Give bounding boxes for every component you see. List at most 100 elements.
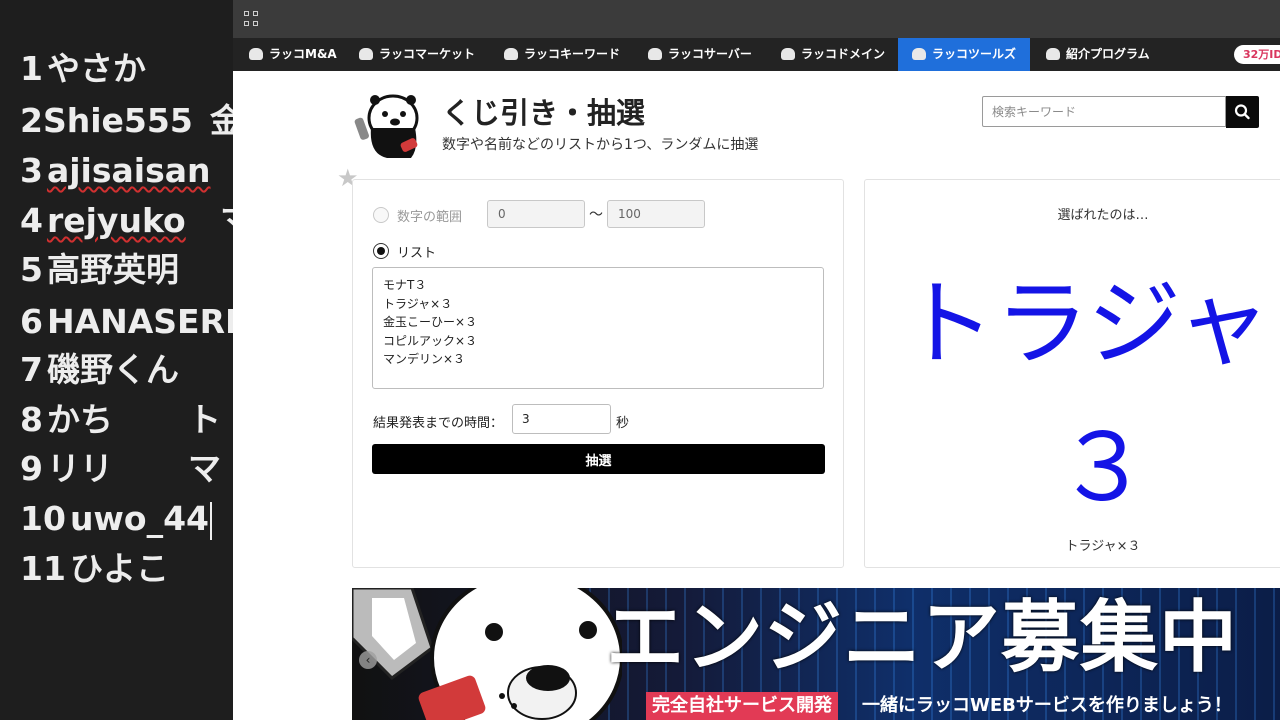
list-row: 5 高野英明 <box>20 248 179 292</box>
list-label: リスト <box>397 246 437 261</box>
range-separator: 〜 <box>589 207 603 223</box>
row-name: HANASEREE <box>46 302 233 341</box>
seconds-unit-label: 秒 <box>616 416 630 431</box>
row-number: 11 <box>20 549 66 588</box>
list-line: モナT３ <box>383 278 427 292</box>
list-row: 4rejyuko マ <box>20 199 233 243</box>
result-small-text: トラジャ×３ <box>1065 539 1141 554</box>
number-range-radio[interactable] <box>373 207 389 223</box>
list-row: 10 uwo_44 <box>20 497 213 541</box>
row-extra: マ <box>220 199 233 243</box>
rakko-icon <box>912 47 926 60</box>
list-line: マンデリン×３ <box>383 352 466 366</box>
row-name: 磯野くん <box>46 350 179 389</box>
banner-title: エンジニア募集中 <box>606 593 1239 683</box>
nav-item-rakko-market[interactable]: ラッコマーケット <box>359 38 475 71</box>
list-row: 1 やさか <box>20 47 146 91</box>
list-line: トラジャ×３ <box>383 296 453 311</box>
nav-item-referral[interactable]: 紹介プログラム <box>1046 38 1150 71</box>
browser-top-bar <box>233 0 1280 38</box>
page-title: くじ引き・抽選 <box>442 96 646 130</box>
list-row: 9 リリ マ <box>20 447 221 491</box>
row-name: ひよこ <box>69 549 169 588</box>
result-card: 選ばれたのは… トラジャ× ３ トラジャ×３ <box>864 179 1280 568</box>
rakko-icon <box>359 47 373 60</box>
nav-item-rakko-server[interactable]: ラッコサーバー <box>648 38 752 71</box>
lottery-form-card: 数字の範囲 〜 リスト モナT３ トラジャ×３ 金玉こーひー×３ コピルアック×… <box>352 179 844 568</box>
nav-item-rakko-tools[interactable]: ラッコツールズ <box>898 38 1031 71</box>
banner-tag: 完全自社サービス開発 <box>646 692 838 720</box>
nav-item-rakko-keyword[interactable]: ラッコキーワード <box>504 38 620 71</box>
row-name: リリ <box>46 449 113 488</box>
row-extra: 金 <box>210 101 233 140</box>
nav-item-label: ラッコツールズ <box>932 47 1017 61</box>
list-line: コピルアック×３ <box>383 333 478 348</box>
rakko-icon <box>781 47 795 60</box>
row-number: 7 <box>20 350 43 389</box>
row-name: Shie555 <box>42 101 193 140</box>
list-row: 2Shie555 金 <box>20 99 233 143</box>
otter-mascot-logo <box>354 94 419 158</box>
id-count-badge[interactable]: 32万ID <box>1234 45 1280 64</box>
list-row: 6HANASEREE <box>20 300 233 344</box>
row-name: やさか <box>46 49 146 88</box>
row-name: かち <box>46 400 113 439</box>
row-extra: ト <box>188 400 221 439</box>
row-number: 3 <box>20 151 43 190</box>
row-name: uwo_44 <box>69 499 210 538</box>
number-range-label: 数字の範囲 <box>397 210 463 225</box>
range-min-input[interactable] <box>487 200 585 228</box>
draw-button[interactable]: 抽選 <box>372 444 825 474</box>
result-heading: 選ばれたのは… <box>1057 208 1149 223</box>
row-name: ajisaisan <box>46 151 211 190</box>
row-number: 10 <box>20 499 66 538</box>
row-number: 4 <box>20 201 43 240</box>
list-radio[interactable] <box>373 243 389 259</box>
banner-subtitle: 一緒にラッコWEBサービスを作りましょう！ <box>862 695 1232 716</box>
row-number: 8 <box>20 400 43 439</box>
rakko-icon <box>504 47 518 60</box>
search-input[interactable] <box>982 96 1226 127</box>
nav-item-rakko-ma[interactable]: ラッコM&A <box>249 38 337 71</box>
list-row: 11 ひよこ <box>20 547 169 591</box>
search-button[interactable] <box>1226 96 1259 128</box>
row-number: 5 <box>20 250 43 289</box>
carousel-prev-icon[interactable]: ‹ <box>359 651 377 669</box>
recruit-banner[interactable]: エンジニア募集中 完全自社サービス開発 一緒にラッコWEBサービスを作りましょう… <box>352 588 1280 720</box>
range-max-input[interactable] <box>607 200 705 228</box>
apps-grid-icon[interactable] <box>244 11 260 27</box>
nav-item-label: ラッコマーケット <box>379 47 476 61</box>
site-navbar: ラッコM&A ラッコマーケット ラッコキーワード ラッコサーバー ラッコドメイン… <box>233 38 1280 71</box>
row-number: 1 <box>20 49 43 88</box>
row-name: rejyuko <box>46 201 186 240</box>
row-name: 高野英明 <box>46 250 179 289</box>
nav-item-label: ラッコM&A <box>269 47 337 61</box>
rakko-icon <box>249 47 263 60</box>
nav-item-label: ラッコサーバー <box>668 47 752 61</box>
search-icon <box>1234 104 1250 120</box>
text-cursor <box>210 501 213 540</box>
row-extra: マ <box>188 449 221 488</box>
browser-window: ラッコM&A ラッコマーケット ラッコキーワード ラッコサーバー ラッコドメイン… <box>233 0 1280 720</box>
list-row: 8 かち ト <box>20 398 221 442</box>
rakko-icon <box>648 47 662 60</box>
page-subtitle: 数字や名前などのリストから1つ、ランダムに抽選 <box>442 137 759 153</box>
list-textarea[interactable]: モナT３ トラジャ×３ 金玉こーひー×３ コピルアック×３ マンデリン×３ <box>372 267 824 389</box>
row-number: 2 <box>20 101 43 140</box>
list-line: 金玉こーひー×３ <box>383 315 478 329</box>
result-big-text-line1: トラジャ× <box>901 270 1280 379</box>
announce-time-label: 結果発表までの時間： <box>373 416 504 431</box>
announce-time-input[interactable] <box>512 404 611 434</box>
nav-item-rakko-domain[interactable]: ラッコドメイン <box>781 38 885 71</box>
row-number: 9 <box>20 449 43 488</box>
list-row: 7 磯野くん <box>20 348 179 392</box>
stream-name-list: 1やさか 2Shie555 金 3ajisaisan 4rejyuko マ 5高… <box>0 0 233 720</box>
banner-otter-mascot <box>352 588 622 720</box>
nav-item-label: ラッコドメイン <box>801 47 886 61</box>
list-row: 3 ajisaisan <box>20 149 211 193</box>
result-big-text-line2: ３ <box>1055 414 1150 523</box>
nav-item-label: ラッコキーワード <box>524 47 621 61</box>
nav-item-label: 紹介プログラム <box>1066 47 1150 61</box>
rakko-icon <box>1046 47 1060 60</box>
row-number: 6 <box>20 302 43 341</box>
